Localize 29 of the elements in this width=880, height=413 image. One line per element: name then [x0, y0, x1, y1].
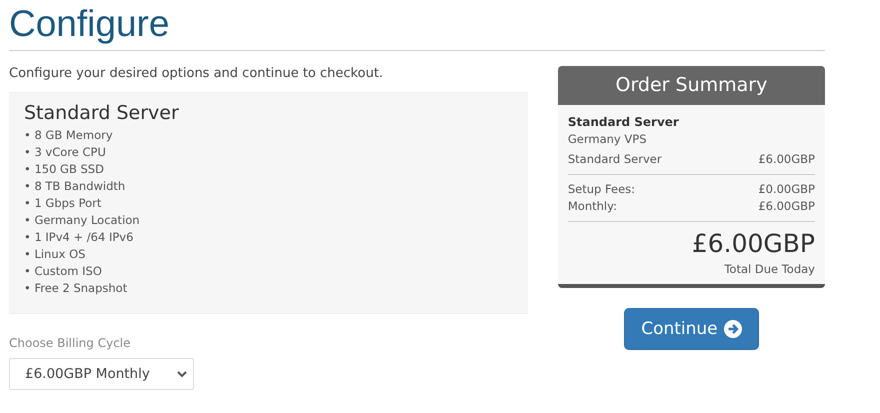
fee-amount: £6.00GBP — [758, 198, 815, 215]
summary-title: Order Summary — [558, 66, 825, 105]
billing-cycle-label: Choose Billing Cycle — [9, 336, 132, 350]
feature-item: • 150 GB SSD — [24, 161, 105, 178]
product-name: Standard Server — [24, 101, 180, 125]
total-label: Total Due Today — [723, 262, 815, 276]
fee-label: Monthly: — [568, 198, 617, 215]
chevron-down-icon — [177, 370, 187, 378]
line-item-amount: £6.00GBP — [758, 151, 815, 168]
arrow-right-circle-icon — [724, 320, 742, 338]
feature-item: • Custom ISO — [24, 263, 103, 280]
feature-item: • 8 TB Bandwidth — [24, 178, 126, 195]
intro-text: Configure your desired options and continue to checkout. — [9, 66, 384, 81]
feature-item: • 1 Gbps Port — [24, 195, 102, 212]
feature-item: • 8 GB Memory — [24, 127, 114, 144]
summary-product-name: Standard Server — [568, 115, 680, 129]
line-item-label: Standard Server — [568, 151, 662, 168]
continue-button[interactable]: Continue — [624, 308, 759, 350]
feature-item: • 3 vCore CPU — [24, 144, 107, 161]
page-title: Configure — [9, 2, 170, 46]
fee-label: Setup Fees: — [568, 181, 636, 198]
feature-item: • Free 2 Snapshot — [24, 280, 128, 297]
fee-amount: £0.00GBP — [758, 181, 815, 198]
feature-item: • 1 IPv4 + /64 IPv6 — [24, 229, 134, 246]
feature-item: • Germany Location — [24, 212, 141, 229]
summary-product-group: Germany VPS — [568, 132, 815, 146]
billing-cycle-select[interactable]: £6.00GBP Monthly — [9, 358, 194, 390]
feature-item: • Linux OS — [24, 246, 86, 263]
total-amount: £6.00GBP — [690, 228, 815, 260]
